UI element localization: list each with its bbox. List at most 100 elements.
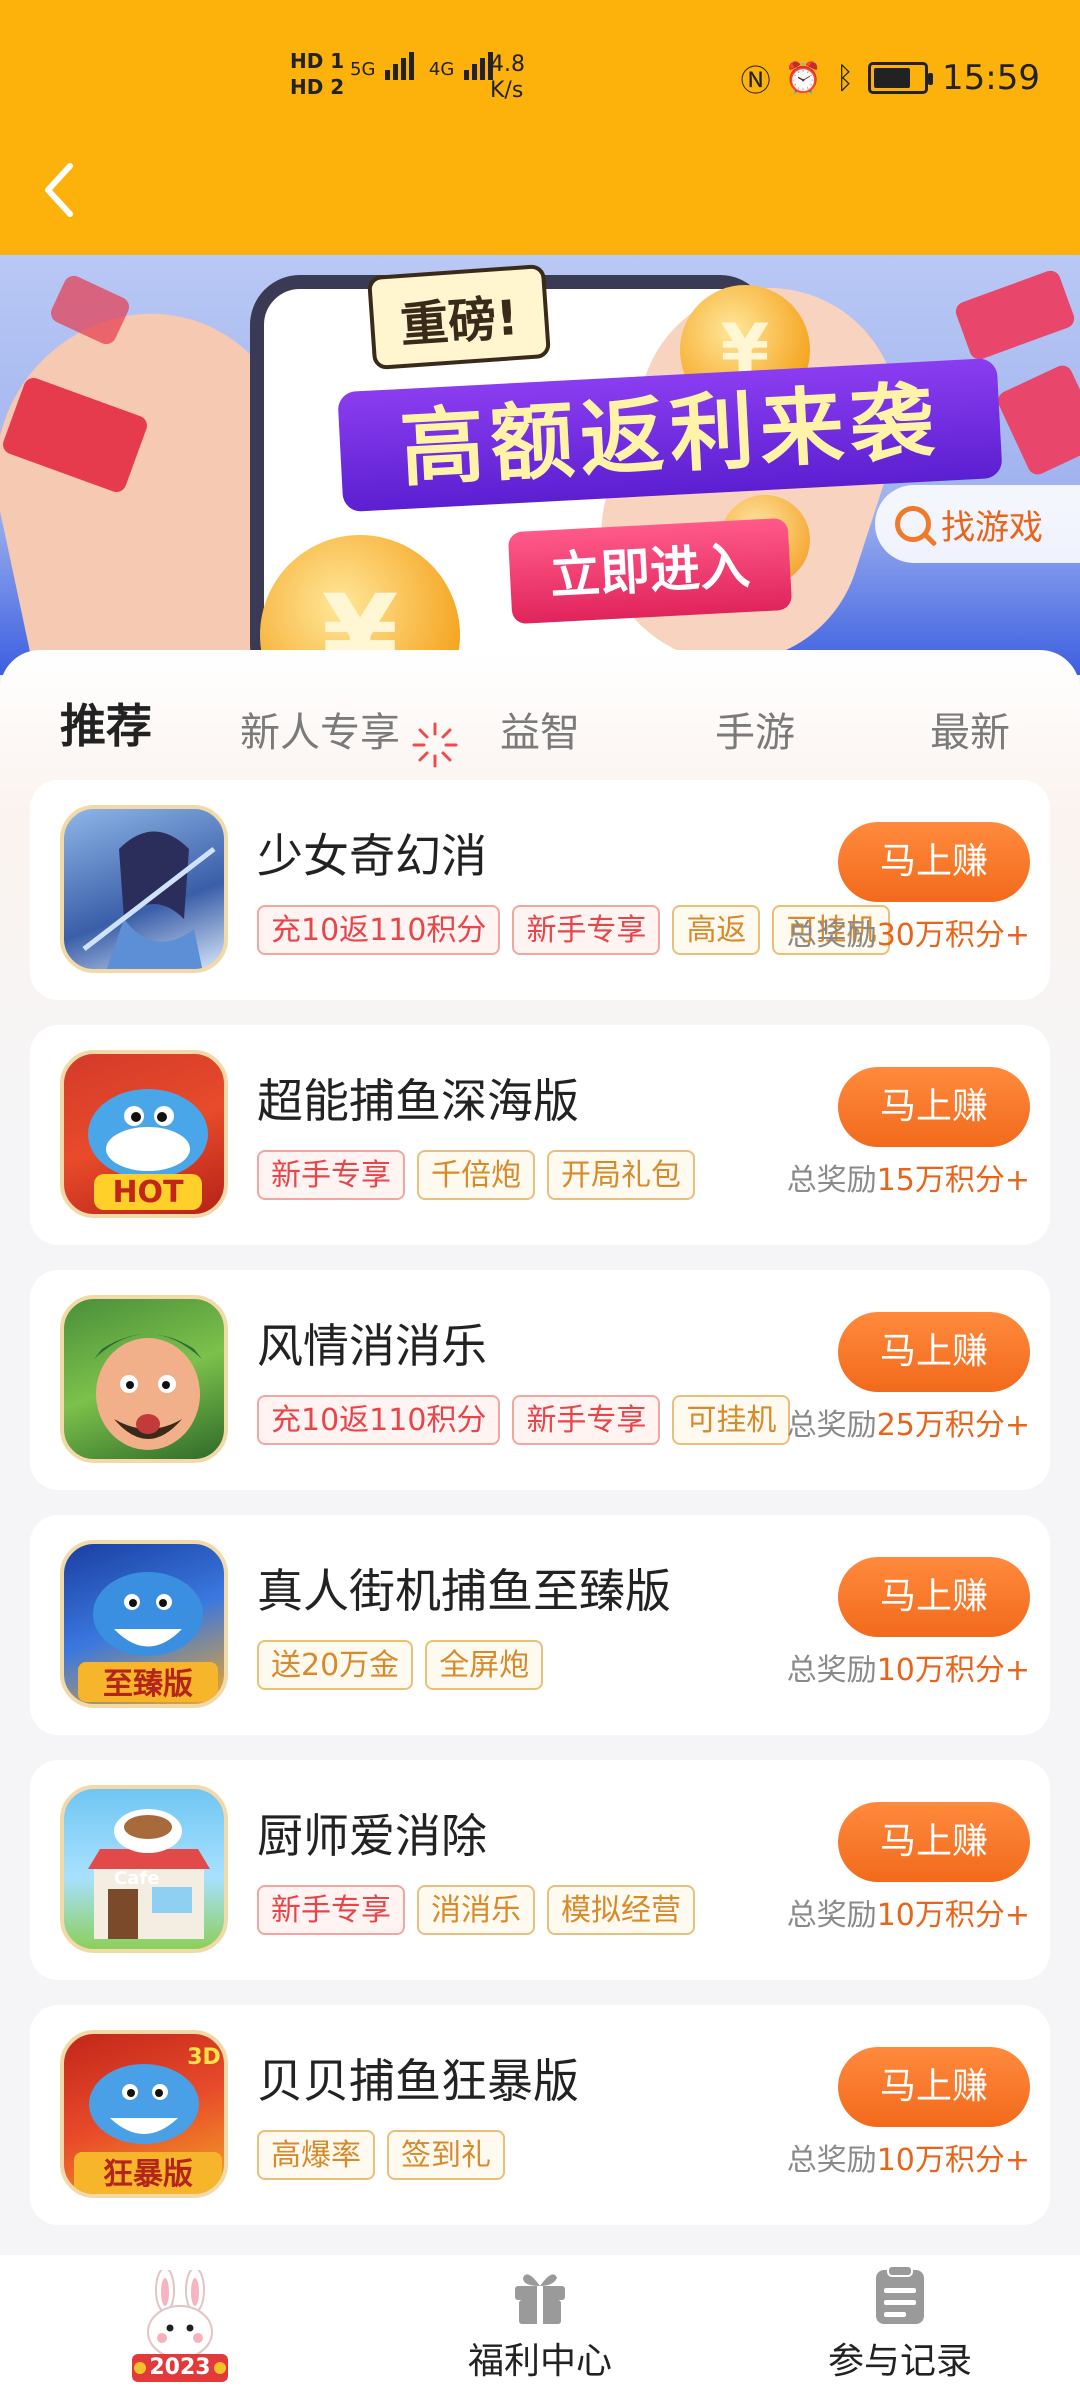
game-icon: Cafe bbox=[60, 1785, 228, 1953]
game-card[interactable]: Cafe 厨师爱消除 新手专享 消消乐 模拟经营 马上赚 总奖励10万积分+ bbox=[30, 1760, 1050, 1980]
network-speed: 4.8 K/s bbox=[490, 52, 525, 104]
game-tags: 新手专享 千倍炮 开局礼包 bbox=[257, 1150, 695, 1200]
game-title: 少女奇幻消 bbox=[257, 829, 487, 883]
chevron-left-icon bbox=[45, 163, 73, 217]
game-tag: 送20万金 bbox=[257, 1640, 414, 1690]
tab-mobile[interactable]: 手游 bbox=[715, 700, 795, 758]
banner-badge: 重磅! bbox=[366, 263, 551, 371]
svg-text:3D: 3D bbox=[187, 2045, 221, 2070]
status-bar: HD 1 HD 2 5G 4G 4.8 K/s Ⓝ ⏰ ᛒ 15:59 bbox=[0, 0, 1080, 160]
bottom-navigation: 2023 福利中心 参与记录 bbox=[0, 2255, 1080, 2400]
reward-prefix: 总奖励 bbox=[786, 1653, 877, 1688]
earn-now-button[interactable]: 马上赚 bbox=[838, 822, 1030, 902]
tab-puzzle[interactable]: 益智 bbox=[500, 700, 580, 758]
red-packet-icon bbox=[994, 362, 1080, 478]
hd1-label: HD 1 bbox=[290, 49, 345, 73]
cafe-icon: Cafe bbox=[88, 1809, 210, 1939]
reward-prefix: 总奖励 bbox=[786, 918, 877, 953]
earn-now-button[interactable]: 马上赚 bbox=[838, 1802, 1030, 1882]
warrior-face-icon bbox=[94, 1334, 202, 1450]
total-reward: 总奖励25万积分+ bbox=[787, 1400, 1030, 1444]
game-icon bbox=[60, 1295, 228, 1463]
svg-text:至臻版: 至臻版 bbox=[103, 1667, 193, 1702]
game-tag: 消消乐 bbox=[417, 1885, 535, 1935]
game-title: 风情消消乐 bbox=[257, 1319, 487, 1373]
nav-welfare-label: 福利中心 bbox=[467, 2341, 612, 2382]
game-icon: 3D 狂暴版 bbox=[60, 2030, 228, 2198]
hd2-label: HD 2 bbox=[290, 75, 345, 99]
game-tag: 签到礼 bbox=[387, 2130, 505, 2180]
clipboard-icon bbox=[876, 2265, 924, 2324]
tab-newcomer[interactable]: 新人专享 bbox=[240, 700, 400, 758]
alarm-icon: ⏰ bbox=[784, 60, 823, 96]
reward-value: 15万积分+ bbox=[876, 1163, 1030, 1198]
battery-icon bbox=[868, 62, 934, 94]
game-tag: 充10返110积分 bbox=[257, 1395, 501, 1445]
header-bar: HD 1 HD 2 5G 4G 4.8 K/s Ⓝ ⏰ ᛒ 15:59 bbox=[0, 0, 1080, 255]
game-card[interactable]: 少女奇幻消 充10返110积分 新手专享 高返 可挂机 马上赚 总奖励30万积分… bbox=[30, 780, 1050, 1000]
game-list-panel: 推荐 新人专享 益智 手游 最新 少女奇幻消 充10返110积分 新手专享 高返… bbox=[0, 650, 1080, 2260]
clock: 15:59 bbox=[942, 58, 1040, 98]
reward-value: 10万积分+ bbox=[876, 1653, 1030, 1688]
nfc-icon: Ⓝ bbox=[740, 64, 771, 99]
game-tag: 高返 bbox=[672, 905, 761, 955]
game-tag: 新手专享 bbox=[257, 1885, 405, 1935]
game-tag: 高爆率 bbox=[257, 2130, 375, 2180]
fantasy-girl-icon bbox=[82, 831, 216, 969]
red-packet-icon bbox=[953, 267, 1077, 363]
earn-now-button[interactable]: 马上赚 bbox=[838, 1312, 1030, 1392]
game-tag: 可挂机 bbox=[672, 1395, 791, 1445]
earn-now-button[interactable]: 马上赚 bbox=[838, 1067, 1030, 1147]
shark-icon: 至臻版 bbox=[78, 1572, 218, 1702]
signal-bars-icon bbox=[385, 52, 417, 80]
nav-records[interactable]: 参与记录 bbox=[810, 2255, 990, 2400]
total-reward: 总奖励10万积分+ bbox=[787, 1890, 1030, 1934]
tab-latest[interactable]: 最新 bbox=[930, 700, 1010, 758]
game-tag: 开局礼包 bbox=[547, 1150, 695, 1200]
reward-value: 30万积分+ bbox=[876, 918, 1030, 953]
category-tabs: 推荐 新人专享 益智 手游 最新 bbox=[0, 690, 1080, 796]
earn-now-button[interactable]: 马上赚 bbox=[838, 2047, 1030, 2127]
sparkle-icon bbox=[412, 722, 458, 768]
nav-home[interactable]: 2023 bbox=[90, 2255, 270, 2400]
speed-value: 4.8 bbox=[490, 52, 525, 77]
game-card[interactable]: HOT 超能捕鱼深海版 新手专享 千倍炮 开局礼包 马上赚 总奖励15万积分+ bbox=[30, 1025, 1050, 1245]
speed-unit: K/s bbox=[490, 78, 524, 103]
find-game-button[interactable]: 找游戏 bbox=[875, 485, 1080, 563]
game-title: 贝贝捕鱼狂暴版 bbox=[257, 2054, 579, 2108]
total-reward: 总奖励10万积分+ bbox=[787, 1645, 1030, 1689]
svg-text:Cafe: Cafe bbox=[114, 1868, 159, 1889]
total-reward: 总奖励10万积分+ bbox=[787, 2135, 1030, 2179]
nav-welfare-center[interactable]: 福利中心 bbox=[450, 2255, 630, 2400]
banner-enter-button[interactable]: 立即进入 bbox=[507, 517, 793, 625]
nav-records-label: 参与记录 bbox=[827, 2341, 972, 2382]
back-button[interactable] bbox=[40, 160, 90, 220]
shark-icon: HOT bbox=[88, 1089, 208, 1210]
reward-value: 10万积分+ bbox=[876, 1898, 1030, 1933]
total-reward: 总奖励15万积分+ bbox=[787, 1155, 1030, 1199]
game-tag: 新手专享 bbox=[257, 1150, 405, 1200]
game-title: 厨师爱消除 bbox=[257, 1809, 487, 1863]
game-tag: 千倍炮 bbox=[417, 1150, 535, 1200]
game-card[interactable]: 至臻版 真人街机捕鱼至臻版 送20万金 全屏炮 马上赚 总奖励10万积分+ bbox=[30, 1515, 1050, 1735]
gift-icon bbox=[515, 2274, 565, 2324]
svg-text:HOT: HOT bbox=[112, 1175, 184, 1210]
earn-now-button[interactable]: 马上赚 bbox=[838, 1557, 1030, 1637]
game-tag: 全屏炮 bbox=[425, 1640, 544, 1690]
signal-indicators: 5G 4G bbox=[350, 52, 496, 80]
tab-recommend[interactable]: 推荐 bbox=[60, 690, 152, 756]
game-card[interactable]: 风情消消乐 充10返110积分 新手专享 可挂机 马上赚 总奖励25万积分+ bbox=[30, 1270, 1050, 1490]
game-icon: 至臻版 bbox=[60, 1540, 228, 1708]
game-title: 超能捕鱼深海版 bbox=[257, 1074, 579, 1128]
svg-text:狂暴版: 狂暴版 bbox=[103, 2157, 193, 2192]
promo-banner[interactable]: ¥ ¥ 重磅! 高额返利来袭 立即进入 bbox=[0, 255, 1080, 675]
sim1-label: 5G bbox=[350, 59, 376, 80]
reward-prefix: 总奖励 bbox=[786, 1898, 877, 1933]
game-tag: 模拟经营 bbox=[547, 1885, 695, 1935]
find-game-label: 找游戏 bbox=[941, 507, 1043, 548]
game-tags: 高爆率 签到礼 bbox=[257, 2130, 505, 2180]
game-tags: 充10返110积分 新手专享 可挂机 bbox=[257, 1395, 791, 1445]
game-icon: HOT bbox=[60, 1050, 228, 1218]
shark-icon: 3D 狂暴版 bbox=[74, 2045, 222, 2194]
game-card[interactable]: 3D 狂暴版 贝贝捕鱼狂暴版 高爆率 签到礼 马上赚 总奖励10万积分+ bbox=[30, 2005, 1050, 2225]
